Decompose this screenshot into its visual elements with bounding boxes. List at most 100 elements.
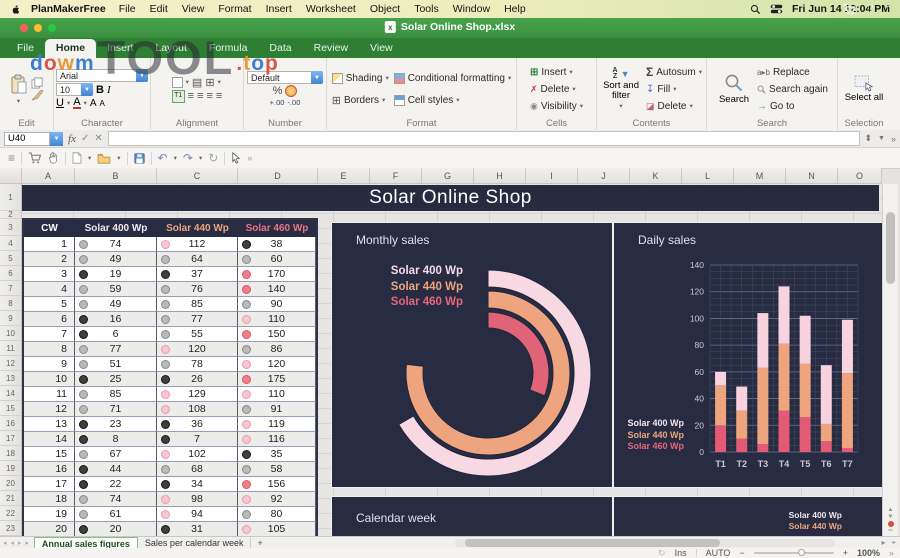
cell-value[interactable]: 77 (75, 342, 157, 357)
column-header-M[interactable]: M (734, 168, 786, 184)
save-icon[interactable] (134, 153, 145, 164)
cell-cw[interactable]: 7 (24, 327, 75, 342)
row-header-14[interactable]: 14 (0, 386, 21, 401)
cell-value[interactable]: 108 (157, 402, 238, 417)
chevron-down-icon[interactable]: ▼ (81, 83, 93, 96)
tab-layout[interactable]: Layout (144, 39, 198, 58)
row-header-4[interactable]: 4 (0, 236, 21, 251)
cell-cw[interactable]: 5 (24, 297, 75, 312)
tab-view[interactable]: View (359, 39, 404, 58)
underline-button[interactable]: U (56, 97, 64, 109)
row-header-9[interactable]: 9 (0, 311, 21, 326)
function-wizard-icon[interactable]: fx (68, 133, 76, 145)
open-dropdown[interactable]: ▾ (117, 154, 120, 162)
cell-cw[interactable]: 10 (24, 372, 75, 387)
table-row[interactable]: 202031105 (24, 522, 316, 536)
column-header-D[interactable]: D (238, 168, 318, 184)
table-row[interactable]: 7655150 (24, 327, 316, 342)
column-header-F[interactable]: F (370, 168, 422, 184)
shading-button[interactable]: Shading▾ (331, 71, 390, 86)
new-document-dropdown[interactable]: ▾ (88, 154, 91, 162)
redo-dropdown[interactable]: ▾ (199, 154, 202, 162)
font-size-combo[interactable]: 10▼ (56, 83, 93, 96)
paste-dropdown[interactable]: ▾ (17, 97, 20, 105)
cell-cw[interactable]: 16 (24, 462, 75, 477)
cell-value[interactable]: 16 (75, 312, 157, 327)
delete-contents-button[interactable]: ◪Delete▾ (645, 99, 703, 114)
redo-icon[interactable]: ↷ (183, 152, 193, 164)
visibility-button[interactable]: ◉Visibility▾ (529, 99, 584, 114)
cell-value[interactable]: 37 (157, 267, 238, 282)
cell-value[interactable]: 120 (238, 357, 316, 372)
cell-cw[interactable]: 1 (24, 237, 75, 252)
row-header-18[interactable]: 18 (0, 446, 21, 461)
table-row[interactable]: 17411238 (24, 237, 316, 252)
cell-value[interactable]: 36 (157, 417, 238, 432)
add-decimal-button[interactable]: +.00 (270, 98, 285, 107)
font-name-combo[interactable]: Arial▼ (56, 69, 148, 82)
row-header-16[interactable]: 16 (0, 416, 21, 431)
menu-item-insert[interactable]: Insert (259, 3, 299, 15)
cell-value[interactable]: 116 (238, 432, 316, 447)
refresh-icon[interactable]: ↻ (658, 548, 666, 558)
cell-value[interactable]: 80 (238, 507, 316, 522)
add-sheet-button[interactable]: + (251, 538, 268, 548)
undo-dropdown[interactable]: ▾ (174, 154, 177, 162)
cell-cw[interactable]: 13 (24, 417, 75, 432)
table-row[interactable]: 87712086 (24, 342, 316, 357)
cell-value[interactable]: 71 (75, 402, 157, 417)
table-row[interactable]: 1487116 (24, 432, 316, 447)
cell-value[interactable]: 78 (157, 357, 238, 372)
cell-cw[interactable]: 11 (24, 387, 75, 402)
menu-item-view[interactable]: View (175, 3, 212, 15)
sheet-tab-sales-per-calendar-week[interactable]: Sales per calendar week (138, 537, 252, 549)
column-header-I[interactable]: I (526, 168, 578, 184)
cell-reference-box[interactable]: U40 ▼ (4, 132, 63, 146)
pointer-tool-icon[interactable] (231, 152, 241, 164)
merge-across-icon[interactable]: ⊞ (205, 76, 214, 89)
delete-cells-button[interactable]: ✗Delete▾ (529, 82, 584, 97)
row-header-11[interactable]: 11 (0, 341, 21, 356)
column-header-L[interactable]: L (682, 168, 734, 184)
horizontal-scrollbar[interactable] (455, 539, 835, 547)
freeze-corner-icon[interactable]: ⌖ (891, 538, 896, 548)
cell-cw[interactable]: 6 (24, 312, 75, 327)
currency-format-icon[interactable] (285, 85, 297, 97)
cell-value[interactable]: 38 (238, 237, 316, 252)
align-center-icon[interactable]: ≡ (197, 90, 203, 102)
tab-review[interactable]: Review (303, 39, 359, 58)
cell-cw[interactable]: 3 (24, 267, 75, 282)
cell-value[interactable]: 105 (238, 522, 316, 536)
vertical-scrollbar[interactable]: ▲ ▼ ═ (882, 184, 898, 536)
column-header-N[interactable]: N (786, 168, 838, 184)
table-row[interactable]: 16446858 (24, 462, 316, 477)
cell-value[interactable]: 31 (157, 522, 238, 536)
calendar-week-card[interactable]: Calendar week (332, 497, 612, 536)
chevron-down-icon[interactable]: ▼ (311, 71, 323, 84)
chevron-down-icon[interactable]: ▼ (136, 69, 148, 82)
insert-mode-indicator[interactable]: Ins (675, 548, 687, 558)
row-header-5[interactable]: 5 (0, 251, 21, 266)
tab-home[interactable]: Home (45, 39, 96, 58)
menu-item-format[interactable]: Format (211, 3, 258, 15)
cell-value[interactable]: 120 (157, 342, 238, 357)
confirm-entry-icon[interactable]: ✓ (81, 133, 89, 144)
column-header-B[interactable]: B (75, 168, 157, 184)
column-header-E[interactable]: E (318, 168, 370, 184)
table-row[interactable]: 95178120 (24, 357, 316, 372)
undo-icon[interactable]: ↶ (158, 152, 168, 164)
cell-value[interactable]: 35 (238, 447, 316, 462)
shop-cart-icon[interactable] (843, 4, 856, 15)
shop-cart-icon[interactable] (28, 152, 42, 164)
menu-item-object[interactable]: Object (363, 3, 407, 15)
menu-item-help[interactable]: Help (497, 3, 533, 15)
horizontal-scroll-thumb[interactable] (465, 539, 720, 547)
cell-value[interactable]: 34 (157, 477, 238, 492)
table-row[interactable]: 5498590 (24, 297, 316, 312)
column-header-A[interactable]: A (22, 168, 75, 184)
row-header-1[interactable]: 1 (0, 184, 21, 211)
merge-cells-icon[interactable] (172, 77, 183, 88)
row-header-21[interactable]: 21 (0, 491, 21, 506)
apple-menu-icon[interactable] (10, 4, 21, 15)
format-paintbrush-icon[interactable] (31, 90, 44, 101)
